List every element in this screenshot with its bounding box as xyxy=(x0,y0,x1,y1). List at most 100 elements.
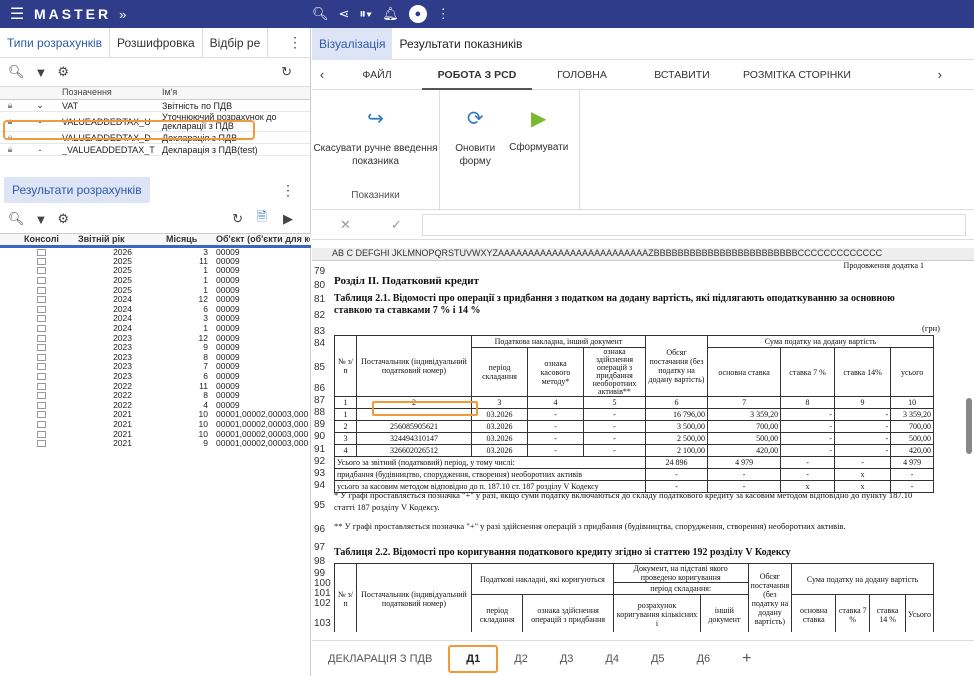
tab-d5[interactable]: Д5 xyxy=(635,653,681,665)
refresh-icon[interactable]: ↻ xyxy=(281,64,292,80)
table-row[interactable]: 2023 9 00009 xyxy=(0,343,311,353)
table-cell[interactable]: - xyxy=(583,444,646,457)
table-row[interactable]: 2023 8 00009 xyxy=(0,352,311,363)
checkbox[interactable] xyxy=(36,277,46,285)
tab-pcd[interactable]: РОБОТА З PCD xyxy=(422,60,532,90)
tab-d3[interactable]: Д3 xyxy=(544,653,590,665)
check-icon[interactable]: ✓ xyxy=(391,217,402,233)
checkbox[interactable] xyxy=(36,344,46,352)
row-number[interactable]: 103 xyxy=(312,618,331,629)
tab-file[interactable]: ФАЙЛ xyxy=(332,60,422,90)
table-cell[interactable]: 324494310147 xyxy=(356,432,472,445)
table-row[interactable]: 2021 10 00001,00002,00003,000 xyxy=(0,419,311,430)
row-number[interactable]: 93 xyxy=(312,468,331,479)
row-number[interactable]: 92 xyxy=(312,456,331,467)
chevron-left-icon[interactable]: ‹ xyxy=(312,67,332,82)
tab-selection[interactable]: Відбір ре xyxy=(203,27,269,58)
tab-declaration[interactable]: ДЕКЛАРАЦІЯ З ПДВ xyxy=(312,653,448,665)
gear-icon[interactable]: ⚙ xyxy=(57,211,69,227)
table-row[interactable]: 🔒︎ ⌄ VAT Звітність по ПДВ xyxy=(0,100,310,112)
table-row[interactable]: 2026 3 00009 xyxy=(0,247,311,257)
table-cell[interactable]: - xyxy=(890,468,934,481)
table-cell[interactable]: 420,00 xyxy=(706,444,782,457)
table-cell[interactable]: 500,00 xyxy=(890,432,934,445)
checkbox[interactable] xyxy=(36,257,46,265)
table-cell[interactable]: 3 359,20 xyxy=(706,408,782,421)
tab-visualization[interactable]: Візуалізація xyxy=(312,27,393,60)
checkbox[interactable] xyxy=(36,296,46,304)
table-cell[interactable]: - xyxy=(833,408,892,421)
table-cell[interactable]: Усього за звітний (податковий) період, у… xyxy=(334,456,646,469)
table-cell[interactable]: 1 xyxy=(334,408,357,421)
table-cell[interactable]: - xyxy=(527,408,584,421)
table-row[interactable]: 2023 6 00009 xyxy=(0,372,311,382)
hamburger-menu-icon[interactable]: ☰ xyxy=(0,4,34,24)
checkbox[interactable] xyxy=(36,305,46,313)
search-icon[interactable]: 🔍︎ xyxy=(8,64,25,80)
checkbox[interactable] xyxy=(36,363,46,371)
search-icon[interactable]: 🔍︎ xyxy=(8,211,25,227)
table-row[interactable]: 2022 4 00009 xyxy=(0,400,311,411)
table-cell[interactable]: 4 979 xyxy=(706,456,782,469)
row-number[interactable]: 98 xyxy=(312,556,331,567)
refresh-icon[interactable]: ↻ xyxy=(232,211,243,227)
table-cell[interactable]: 03.2026 xyxy=(471,432,528,445)
table-row[interactable]: 2024 3 00009 xyxy=(0,314,311,324)
table-cell[interactable]: 03.2026 xyxy=(471,408,528,421)
table-row[interactable]: 3 324494310147 03.2026- -2 500,00 500,00- -50… xyxy=(334,432,934,445)
table-row[interactable]: 2022 8 00009 xyxy=(0,391,311,401)
checkbox[interactable] xyxy=(36,420,46,428)
table-cell[interactable]: 3 359,20 xyxy=(890,408,934,421)
tab-layout[interactable]: РОЗМІТКА СТОРІНКИ xyxy=(732,60,862,90)
table-row[interactable]: 2021 10 00001,00002,00003,000 xyxy=(0,429,311,439)
table-cell[interactable]: - xyxy=(780,444,835,457)
tab-decoding[interactable]: Розшифровка xyxy=(110,27,203,58)
col-year[interactable]: Звітній рік xyxy=(58,234,136,245)
table-cell[interactable]: - xyxy=(527,420,584,433)
table-cell[interactable]: 2 xyxy=(334,420,357,433)
table-row[interactable]: 2025 1 00009 xyxy=(0,276,311,286)
formula-input[interactable] xyxy=(421,213,966,236)
table-cell[interactable]: 4 979 xyxy=(890,456,934,469)
table-row[interactable]: 2021 9 00001,00002,00003,000 xyxy=(0,439,311,449)
add-sheet-icon[interactable]: + xyxy=(726,650,767,668)
row-number[interactable]: 84 xyxy=(312,338,331,349)
more-vert-icon[interactable]: ⋮ xyxy=(437,6,450,22)
checkbox[interactable] xyxy=(36,411,46,419)
cancel-manual-button[interactable]: Скасувати ручне введення показника xyxy=(312,142,439,168)
tab-calc-types[interactable]: Типи розрахунків xyxy=(0,27,111,58)
brand-chevron-icon[interactable]: » xyxy=(119,7,126,22)
refresh-form-button[interactable]: Оновити форму xyxy=(450,142,500,168)
checkbox[interactable] xyxy=(36,248,46,256)
table-cell[interactable]: 03.2026 xyxy=(471,444,528,457)
table-cell[interactable]: - xyxy=(780,468,835,481)
gear-icon[interactable]: ⚙ xyxy=(57,64,69,80)
results-more-icon[interactable]: ⋮ xyxy=(273,176,303,205)
refresh-form-icon[interactable]: ⟳ xyxy=(450,106,500,132)
row-number[interactable]: 86 xyxy=(312,383,331,394)
results-title[interactable]: Результати розрахунків xyxy=(4,177,150,203)
row-number[interactable]: 85 xyxy=(312,362,331,373)
filter-icon[interactable]: ▼ xyxy=(35,212,48,227)
row-number[interactable]: 95 xyxy=(312,500,331,511)
tab-insert[interactable]: ВСТАВИТИ xyxy=(632,60,732,90)
document-icon[interactable]: 🗎 xyxy=(257,208,267,230)
table-cell[interactable]: - xyxy=(527,444,584,457)
spreadsheet[interactable]: AB C DEFGHI JKLMNOPQRSTUVWXYZAAAAAAAAAAA… xyxy=(312,248,974,632)
table-row[interactable]: 2023 7 00009 xyxy=(0,362,311,372)
checkbox[interactable] xyxy=(36,325,46,333)
table-cell[interactable]: 326602026512 xyxy=(356,444,472,457)
chevron-right-icon[interactable]: › xyxy=(938,67,942,82)
table-row[interactable]: 2 256085905621 03.2026- -3 500,00 700,00- -70… xyxy=(334,420,934,433)
table-cell[interactable]: 4 xyxy=(334,444,357,457)
columns-icon[interactable]: ⏸▾ xyxy=(359,6,372,22)
row-number[interactable]: 89 xyxy=(312,419,331,430)
table-cell[interactable]: 500,00 xyxy=(706,432,782,445)
table-row[interactable]: 2021 10 00001,00002,00003,000 xyxy=(0,410,311,420)
table-cell[interactable]: - xyxy=(780,420,835,433)
chevron-down-icon[interactable]: ⌄ xyxy=(20,100,60,111)
col-name[interactable]: Ім'я xyxy=(160,87,300,99)
checkbox[interactable] xyxy=(36,267,46,275)
table-cell[interactable]: 3 500,00 xyxy=(645,420,708,433)
table-cell[interactable]: придбання (будівництво, спорудження, ств… xyxy=(334,468,646,481)
